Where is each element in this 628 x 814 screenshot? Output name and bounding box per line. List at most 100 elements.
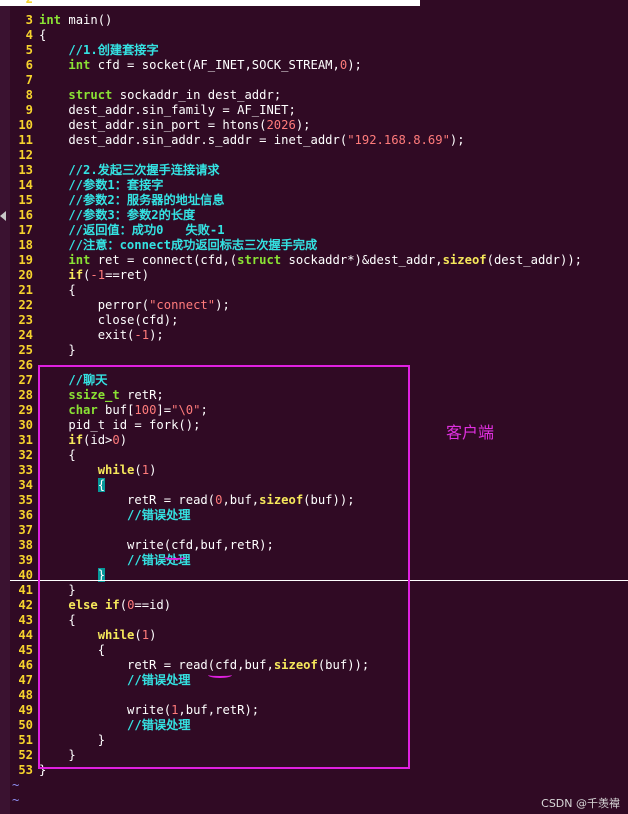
code-token: -1 [134,328,150,342]
csdn-watermark: CSDN @千羡禕 [541,797,620,810]
line-number: 45 [18,643,33,657]
line-number: 20 [18,268,33,282]
code-line[interactable]: 9 dest_addr.sin_family = AF_INET; [12,103,296,118]
line-number: 28 [18,388,33,402]
empty-buffer-line[interactable]: ~ [12,778,19,793]
code-token: main() [61,13,113,27]
code-token: { [39,28,47,42]
line-number: 51 [18,733,33,747]
code-comment: //2.发起三次握手连接请求 [39,163,220,177]
line-number: 14 [18,178,33,192]
code-token: (dest_addr)); [486,253,583,267]
cfd-underline-mark [164,554,186,560]
code-token: sockaddr*)&dest_addr, [281,253,443,267]
code-token: ); [149,328,164,342]
code-line[interactable]: 26 [12,358,39,373]
code-line[interactable]: 22 perror("connect"); [12,298,230,313]
code-line[interactable]: 23 close(cfd); [12,313,178,328]
line-number: 15 [18,193,33,207]
code-token: 2026 [266,118,296,132]
line-number: 34 [18,478,33,492]
code-line[interactable]: 6 int cfd = socket(AF_INET,SOCK_STREAM,0… [12,58,362,73]
code-token: cfd = socket(AF_INET,SOCK_STREAM, [90,58,340,72]
code-line[interactable]: 16 //参数3：参数2的长度 [12,208,195,223]
line-number: 27 [18,373,33,387]
line-number: 26 [18,358,33,372]
line-number: 50 [18,718,33,732]
code-line[interactable]: 7 [12,73,39,88]
code-line[interactable]: 19 int ret = connect(cfd,(struct sockadd… [12,253,582,268]
line-number: 31 [18,433,33,447]
code-token: sizeof [442,253,487,267]
code-comment: //返回值：成功0 失败-1 [39,223,225,237]
line-number: 10 [18,118,33,132]
code-line[interactable]: 4{ [12,28,47,43]
code-token: dest_addr.sin_addr.s_addr = inet_addr( [39,133,348,147]
code-comment: //参数2：服务器的地址信息 [39,193,225,207]
code-token: "connect" [149,298,216,312]
code-line[interactable]: 8 struct sockaddr_in dest_addr; [12,88,282,103]
line-number: 47 [18,673,33,687]
code-line[interactable]: 2 [12,0,39,7]
code-comment: //注意：connect成功返回标志三次握手完成 [39,238,318,252]
line-number: 46 [18,658,33,672]
code-token: ret = connect(cfd,( [90,253,238,267]
code-line[interactable]: 48 [12,688,39,703]
code-token: int [39,13,62,27]
line-number: 52 [18,748,33,762]
line-number: 3 [25,13,33,27]
line-number: 13 [18,163,33,177]
code-line[interactable]: 5 //1.创建套接字 [12,43,159,58]
code-comment: //参数3：参数2的长度 [39,208,196,222]
line-number: 48 [18,688,33,702]
line-number: 43 [18,613,33,627]
code-line[interactable]: 20 if(-1==ret) [12,268,149,283]
line-number: 7 [25,73,33,87]
line-number: 39 [18,553,33,567]
code-token: ==ret) [105,268,150,282]
code-token: ); [449,133,465,147]
line-number: 41 [18,583,33,597]
code-line[interactable]: 13 //2.发起三次握手连接请求 [12,163,220,178]
line-number: 42 [18,598,33,612]
line-number: 49 [18,703,33,717]
line-number: 24 [18,328,33,342]
code-line[interactable]: 37 [12,523,39,538]
code-line[interactable]: 24 exit(-1); [12,328,164,343]
code-line[interactable]: 3 int main() [12,13,113,28]
code-line[interactable]: 25 } [12,343,75,358]
code-token: "192.168.8.69" [347,133,450,147]
line-number: 2 [12,0,33,7]
line-number: 44 [18,628,33,642]
line-number: 29 [18,403,33,417]
code-line[interactable]: 11 dest_addr.sin_addr.s_addr = inet_addr… [12,133,465,148]
code-token: perror( [39,298,150,312]
code-line[interactable]: 15 //参数2：服务器的地址信息 [12,193,224,208]
code-line[interactable]: 12 [12,148,39,163]
line-number: 23 [18,313,33,327]
window-top-strip-rest [420,0,628,6]
code-token: struct [237,253,282,267]
line-number: 17 [18,223,33,237]
code-line[interactable]: 17 //返回值：成功0 失败-1 [12,223,225,238]
line-number: 6 [25,58,33,72]
line-number: 18 [18,238,33,252]
fold-arrow-icon[interactable] [0,211,6,221]
code-token: ); [215,298,230,312]
code-token: exit( [39,328,135,342]
code-line[interactable]: 14 //参数1：套接字 [12,178,164,193]
terminal-vim-window: 23int main()4{5 //1.创建套接字6 int cfd = soc… [0,0,628,814]
code-line[interactable]: 18 //注意：connect成功返回标志三次握手完成 [12,238,317,253]
sign-column [0,6,10,814]
empty-buffer-line[interactable]: ~ [12,793,19,808]
code-comment: //参数1：套接字 [39,178,164,192]
code-token: int [68,253,91,267]
code-line[interactable]: 21 { [12,283,75,298]
code-line[interactable]: 10 dest_addr.sin_port = htons(2026); [12,118,310,133]
code-token: if [68,268,84,282]
code-token: sockaddr_in dest_addr; [112,88,282,102]
code-token: dest_addr.sin_port = htons( [39,118,267,132]
